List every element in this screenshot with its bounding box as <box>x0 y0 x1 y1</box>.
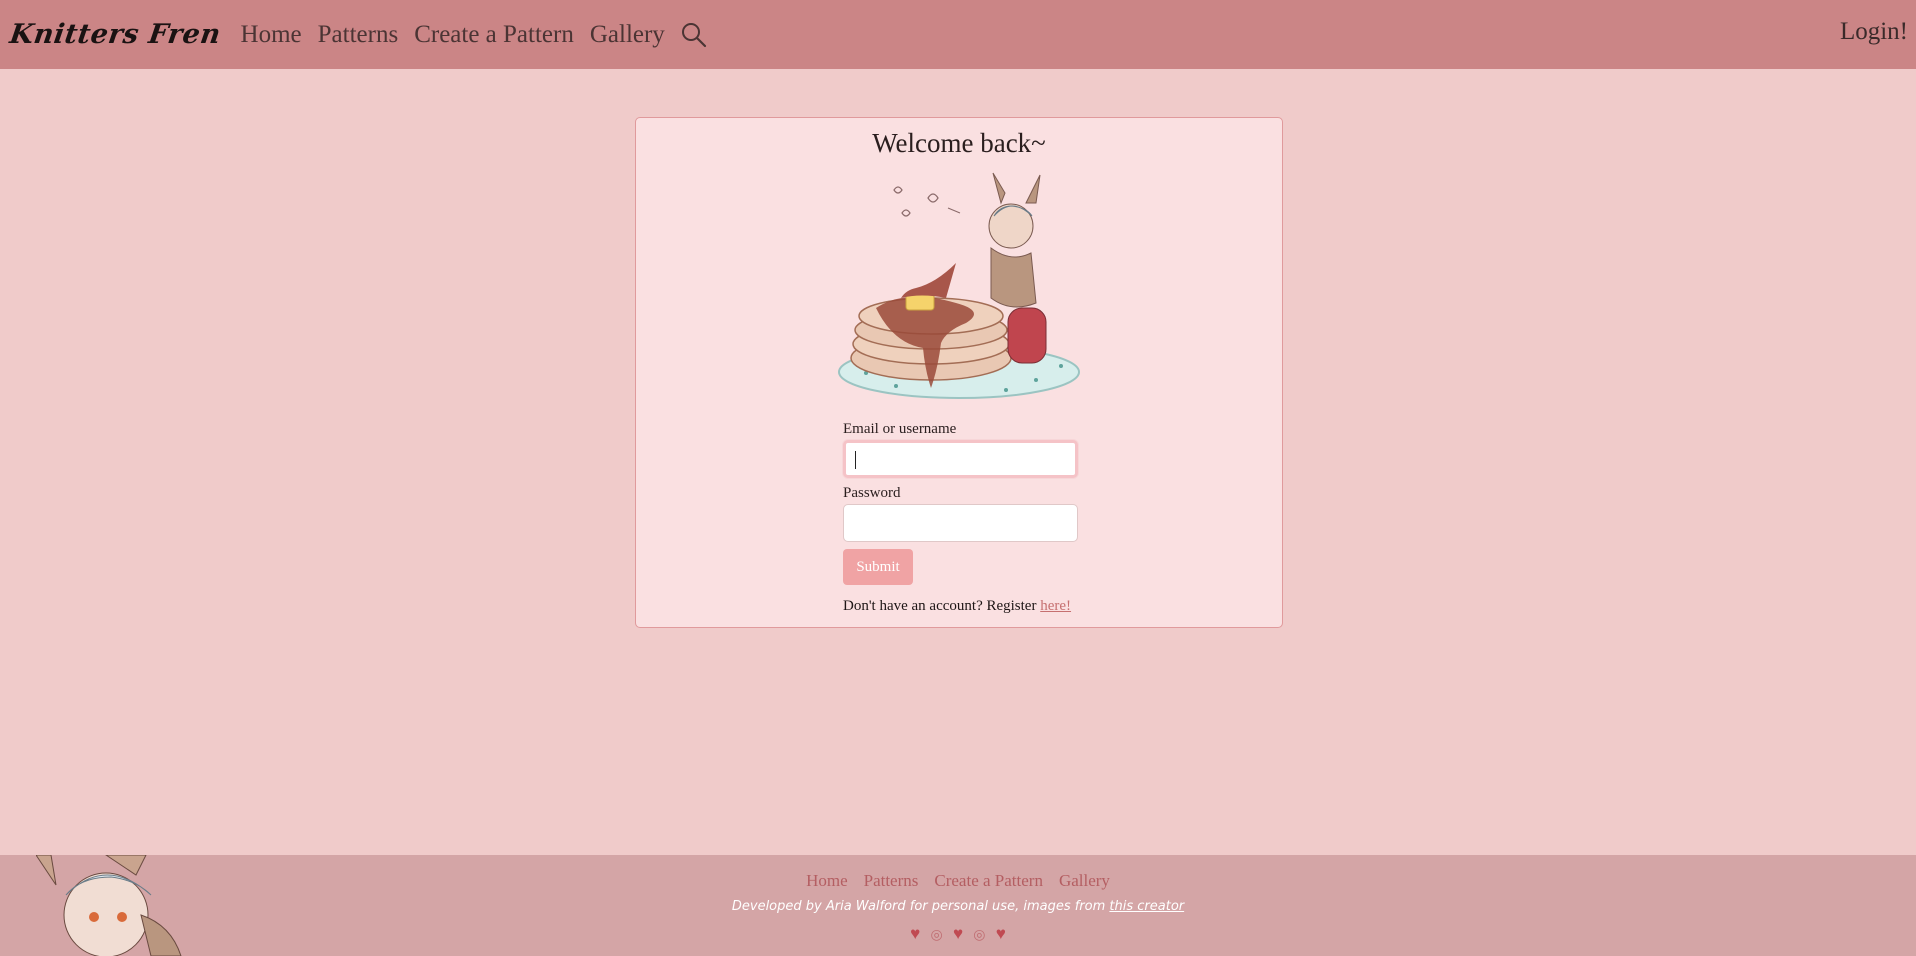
password-label: Password <box>843 485 901 501</box>
login-link[interactable]: Login! <box>1840 18 1908 46</box>
password-field[interactable] <box>843 504 1078 542</box>
yarn-icon: ◎ <box>973 928 986 943</box>
nav-links: Home Patterns Create a Pattern Gallery <box>233 20 709 50</box>
email-label: Email or username <box>843 421 957 437</box>
heart-icon: ♥ <box>952 924 964 943</box>
nav-create-pattern[interactable]: Create a Pattern <box>414 21 574 49</box>
footer-patterns[interactable]: Patterns <box>864 871 919 890</box>
search-icon[interactable] <box>679 20 709 50</box>
yarn-icon: ◎ <box>930 928 943 943</box>
email-field[interactable] <box>843 440 1078 478</box>
text-caret <box>855 451 856 469</box>
heart-icon: ♥ <box>995 924 1006 943</box>
login-title: Welcome back~ <box>872 128 1046 158</box>
nav-gallery[interactable]: Gallery <box>590 21 665 49</box>
credit-link[interactable]: this creator <box>1109 899 1184 914</box>
register-link[interactable]: here! <box>1040 598 1071 614</box>
submit-button[interactable]: Submit <box>843 549 913 585</box>
heart-icon: ♥ <box>910 924 921 943</box>
footer-home[interactable]: Home <box>806 871 848 890</box>
register-text: Don't have an account? Register <box>843 598 1041 614</box>
nav-patterns[interactable]: Patterns <box>318 21 399 49</box>
brand-logo[interactable]: Knitters Fren <box>8 19 223 50</box>
login-form: Email or username Password Submit Don't … <box>843 421 1079 615</box>
nav-home[interactable]: Home <box>241 21 302 49</box>
bunny-pancake-illustration <box>838 172 1080 399</box>
footer-gallery[interactable]: Gallery <box>1059 871 1110 890</box>
navbar: Knitters Fren Home Patterns Create a Pat… <box>0 0 1916 69</box>
footer-links: Home Patterns Create a Pattern Gallery <box>0 871 1916 891</box>
footer-create-pattern[interactable]: Create a Pattern <box>934 871 1043 890</box>
footer: Home Patterns Create a Pattern Gallery D… <box>0 855 1916 956</box>
register-prompt: Don't have an account? Register here! <box>843 598 1079 615</box>
footer-credit: Developed by Aria Walford for personal u… <box>0 899 1916 914</box>
credit-text: Developed by Aria Walford for personal u… <box>731 899 1110 914</box>
footer-icons: ♥ ◎ ♥ ◎ ♥ <box>0 924 1916 944</box>
login-card: Welcome back~ Email or username Password… <box>635 117 1283 628</box>
